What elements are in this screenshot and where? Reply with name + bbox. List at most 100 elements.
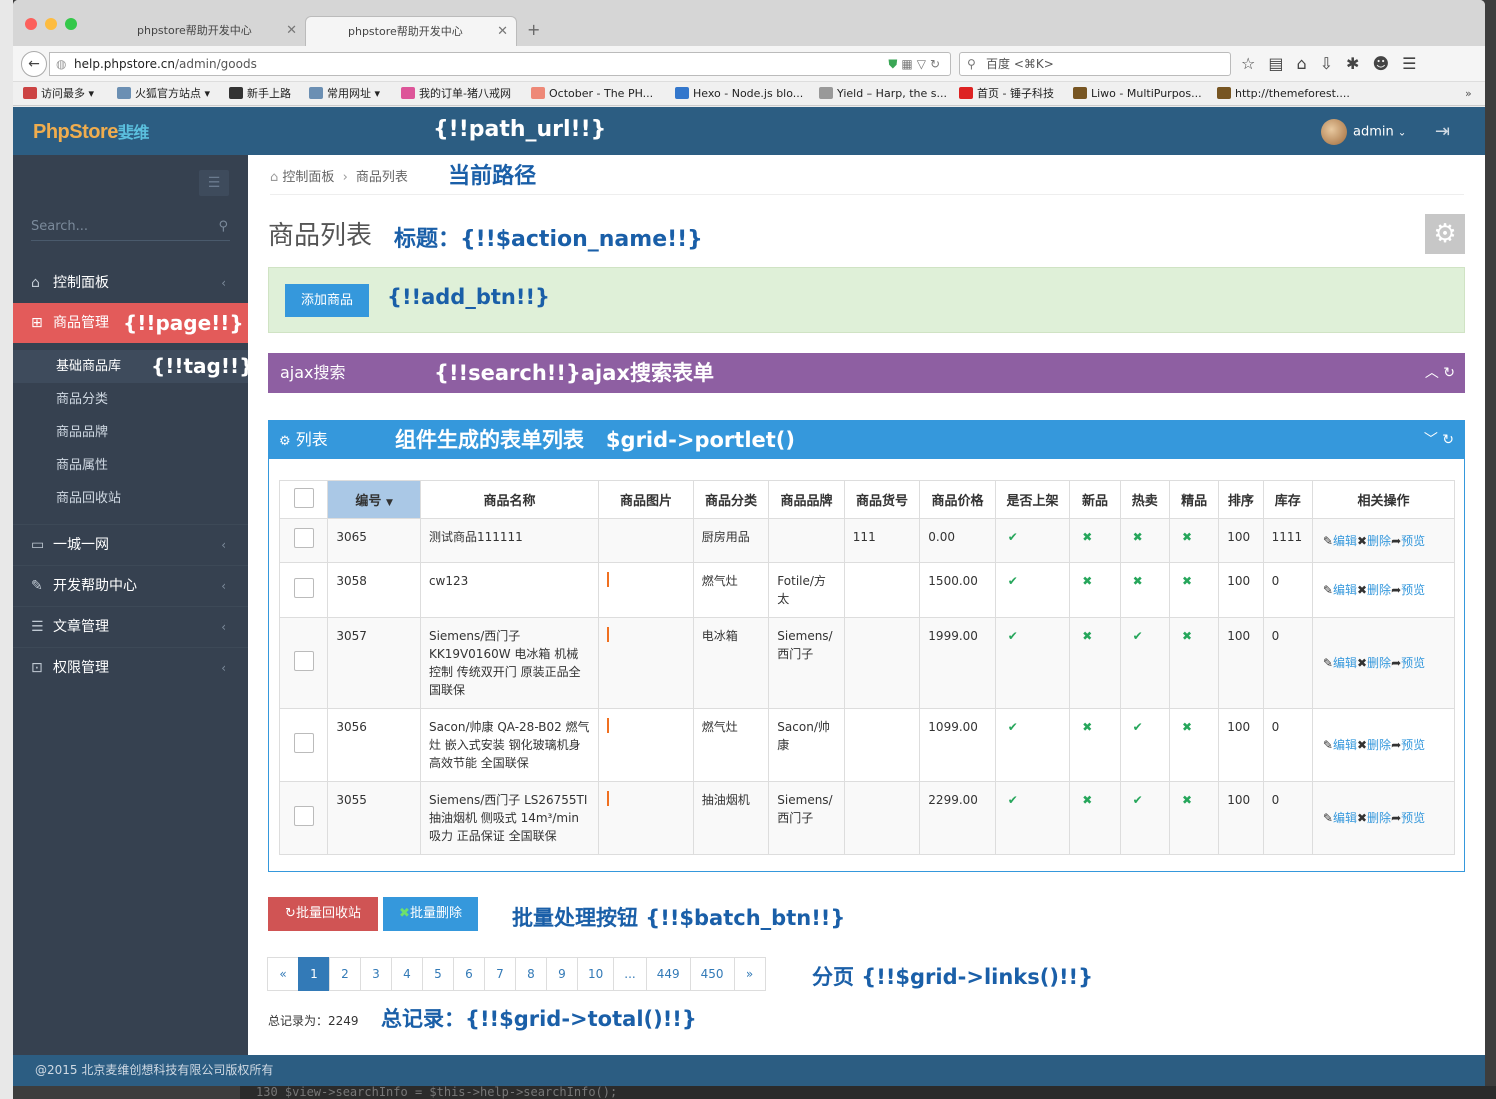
best-cell[interactable]: ✖ <box>1168 617 1220 709</box>
preview-link[interactable]: 预览 <box>1401 738 1425 752</box>
page-link[interactable]: ... <box>613 957 647 991</box>
cross-icon[interactable]: ✖ <box>1082 793 1092 807</box>
star-icon[interactable]: ☆ <box>1241 54 1268 73</box>
page-link[interactable]: 1 <box>298 957 330 991</box>
table-row[interactable]: 3055 Siemens/西门子 LS26755TI 抽油烟机 侧吸式 14m³/… <box>278 781 1456 855</box>
new-tab-icon[interactable]: + <box>527 20 540 39</box>
name-cell[interactable]: Siemens/西门子 LS26755TI 抽油烟机 侧吸式 14m³/min … <box>419 781 600 855</box>
table-row[interactable]: 3065 测试商品111111 厨房用品 111 0.00 ✔ ✖ ✖ ✖ 100 1111 ✎编辑✖… <box>278 518 1456 563</box>
row-checkbox[interactable] <box>293 732 314 753</box>
delete-link[interactable]: 删除 <box>1367 656 1391 670</box>
more-bookmarks-icon[interactable]: » <box>1465 82 1472 105</box>
bookmark-item[interactable]: Hexo - Node.js blo... <box>675 82 803 105</box>
emoji-icon[interactable]: ☻ <box>1372 54 1402 73</box>
column-header[interactable]: 新品 <box>1069 480 1121 519</box>
download-icon[interactable]: ⇩ <box>1320 54 1346 73</box>
dropdown-icon[interactable]: ▽ <box>917 57 930 71</box>
delete-link[interactable]: 删除 <box>1367 811 1391 825</box>
browser-search-input[interactable]: ⚲ 百度 <⌘K> <box>959 52 1231 76</box>
page-link[interactable]: 9 <box>546 957 578 991</box>
sidebar-item-dev-help[interactable]: ✎ 开发帮助中心 ‹ <box>13 565 248 605</box>
best-cell[interactable]: ✖ <box>1168 708 1220 782</box>
reading-list-icon[interactable]: ▤ <box>1268 54 1296 73</box>
sidebar-item-permissions[interactable]: ⊡ 权限管理 ‹ <box>13 647 248 687</box>
check-icon[interactable]: ✔ <box>1008 530 1018 544</box>
onsale-cell[interactable]: ✔ <box>994 562 1071 618</box>
close-tab-icon[interactable]: ✕ <box>286 16 297 46</box>
hot-cell[interactable]: ✔ <box>1119 708 1170 782</box>
name-cell[interactable]: 测试商品111111 <box>419 518 600 563</box>
row-checkbox[interactable] <box>293 805 314 826</box>
sidebar-subitem-category[interactable]: 商品分类 <box>13 383 248 416</box>
column-header[interactable]: 商品品牌 <box>768 480 845 519</box>
bookmark-item[interactable]: http://themeforest.... <box>1217 82 1350 105</box>
cross-icon[interactable]: ✖ <box>1182 530 1192 544</box>
delete-link[interactable]: 删除 <box>1367 738 1391 752</box>
bookmark-item[interactable]: 我的订单-猪八戒网 <box>401 82 511 105</box>
column-header[interactable]: 商品图片 <box>598 480 694 519</box>
qr-code-icon[interactable]: ▦ <box>901 57 916 71</box>
new-cell[interactable]: ✖ <box>1069 518 1121 563</box>
image-placeholder-icon[interactable] <box>607 791 610 806</box>
check-icon[interactable]: ✔ <box>1133 793 1143 807</box>
onsale-cell[interactable]: ✔ <box>994 781 1071 855</box>
column-header[interactable]: 库存 <box>1262 480 1313 519</box>
delete-link[interactable]: 删除 <box>1367 534 1391 548</box>
bookmark-item[interactable]: Liwo - MultiPurpos... <box>1073 82 1202 105</box>
image-placeholder-icon[interactable] <box>607 718 610 733</box>
onsale-cell[interactable]: ✔ <box>994 617 1071 709</box>
user-menu[interactable]: admin ⌄ <box>1321 119 1406 146</box>
row-checkbox[interactable] <box>293 650 314 671</box>
cross-icon[interactable]: ✖ <box>1182 720 1192 734</box>
edit-link[interactable]: 编辑 <box>1333 656 1357 670</box>
new-cell[interactable]: ✖ <box>1069 617 1121 709</box>
breadcrumb-item[interactable]: 控制面板 <box>282 170 334 185</box>
edit-link[interactable]: 编辑 <box>1333 583 1357 597</box>
page-link[interactable]: 10 <box>577 957 615 991</box>
check-icon[interactable]: ✔ <box>1133 629 1143 643</box>
cross-icon[interactable]: ✖ <box>1182 574 1192 588</box>
cross-icon[interactable]: ✖ <box>1082 574 1092 588</box>
page-link[interactable]: 2 <box>329 957 361 991</box>
back-arrow-icon[interactable]: ← <box>21 51 47 77</box>
column-header[interactable]: 精品 <box>1168 480 1220 519</box>
reload-icon[interactable]: ↻ <box>1442 432 1454 448</box>
table-row[interactable]: 3056 Sacon/帅康 QA-28-B02 燃气灶 嵌入式安装 钢化玻璃机身 … <box>278 708 1456 782</box>
extension-icon[interactable]: ✱ <box>1346 54 1372 73</box>
page-link[interactable]: » <box>733 957 766 991</box>
maximize-window-icon[interactable] <box>65 18 77 30</box>
sidebar-subitem-brand[interactable]: 商品品牌 <box>13 416 248 449</box>
onsale-cell[interactable]: ✔ <box>994 708 1071 782</box>
home-icon[interactable]: ⌂ <box>1296 54 1319 73</box>
cross-icon[interactable]: ✖ <box>1082 720 1092 734</box>
logo[interactable]: PhpStore婓维 <box>33 119 149 144</box>
close-window-icon[interactable] <box>25 18 37 30</box>
bookmark-item[interactable]: 首页 - 锤子科技 <box>959 82 1054 105</box>
best-cell[interactable]: ✖ <box>1168 562 1220 618</box>
image-placeholder-icon[interactable] <box>607 572 610 587</box>
hot-cell[interactable]: ✔ <box>1119 617 1170 709</box>
gear-icon[interactable]: ⚙ <box>1425 214 1465 254</box>
bookmark-item[interactable]: 常用网址 ▾ <box>309 82 380 105</box>
cross-icon[interactable]: ✖ <box>1133 530 1143 544</box>
page-link[interactable]: 450 <box>689 957 735 991</box>
check-icon[interactable]: ✔ <box>1008 793 1018 807</box>
edit-link[interactable]: 编辑 <box>1333 811 1357 825</box>
ajax-search-bar[interactable]: ajax搜索 {!!search!!}ajax搜索表单 ︿ ↻ <box>268 353 1465 393</box>
delete-link[interactable]: 删除 <box>1367 583 1391 597</box>
new-cell[interactable]: ✖ <box>1069 708 1121 782</box>
page-link[interactable]: 4 <box>391 957 423 991</box>
page-link[interactable]: « <box>267 957 299 991</box>
table-row[interactable]: 3058 cw123 燃气灶 Fotile/方太 1500.00 ✔ ✖ ✖ ✖ 100 0 ✎编辑✖… <box>278 562 1456 618</box>
cross-icon[interactable]: ✖ <box>1082 629 1092 643</box>
new-cell[interactable]: ✖ <box>1069 562 1121 618</box>
sidebar-item-dashboard[interactable]: ⌂ 控制面板 ‹ <box>13 263 248 303</box>
select-all-checkbox[interactable] <box>293 487 314 508</box>
column-header[interactable]: 商品分类 <box>692 480 770 519</box>
hot-cell[interactable]: ✖ <box>1119 562 1170 618</box>
onsale-cell[interactable]: ✔ <box>994 518 1071 563</box>
sidebar-item-city[interactable]: ▭ 一城一网 ‹ <box>13 524 248 564</box>
row-checkbox[interactable] <box>293 528 314 548</box>
chevron-up-icon[interactable]: ︿ <box>1425 365 1439 381</box>
check-icon[interactable]: ✔ <box>1008 720 1018 734</box>
